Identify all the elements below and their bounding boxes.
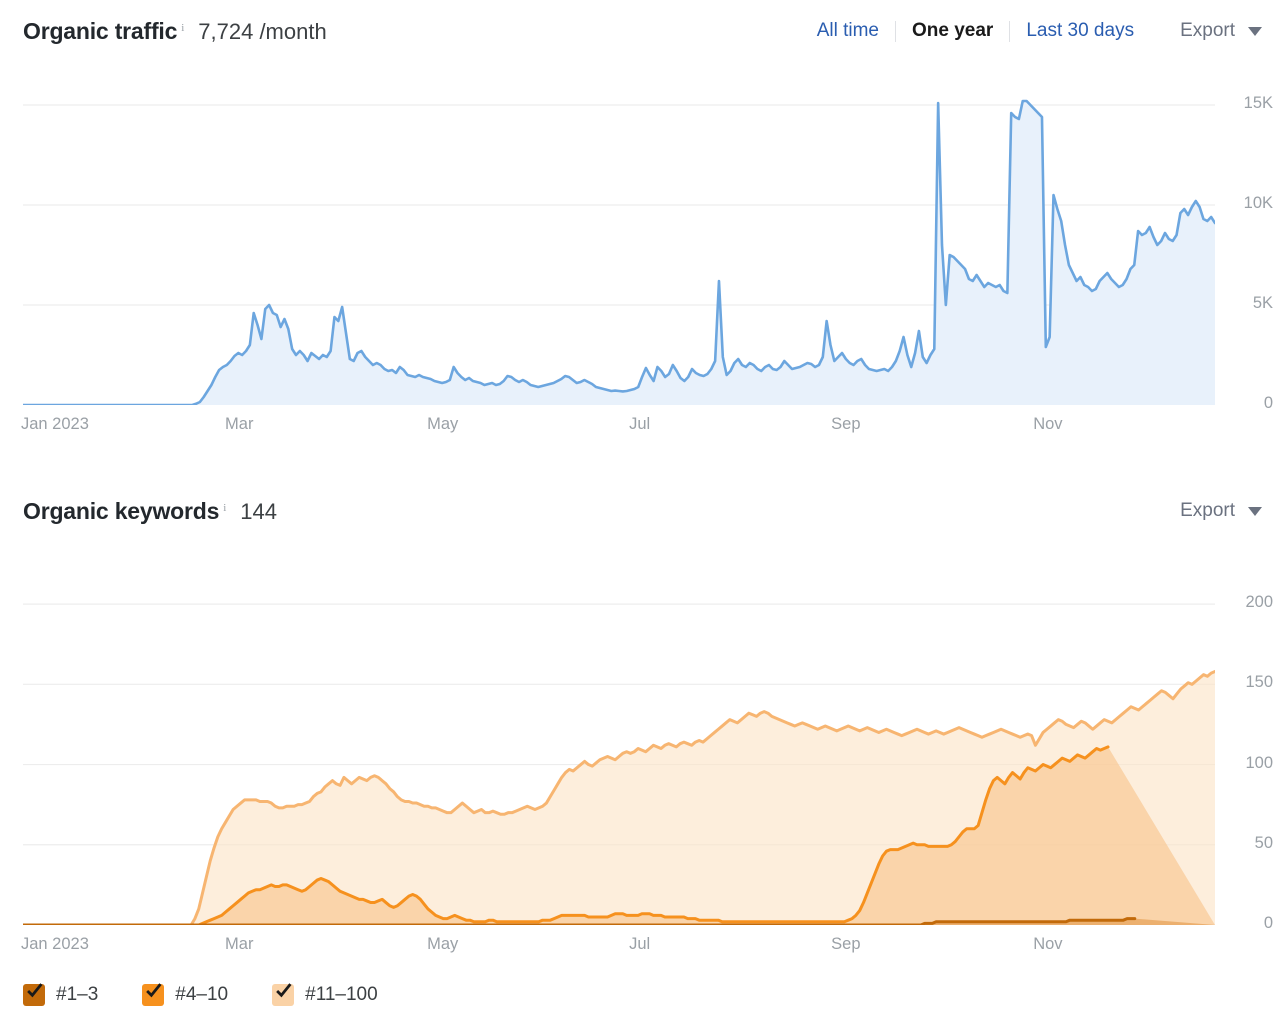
x-axis-tick-label: Sep — [831, 935, 861, 953]
export-label: Export — [1180, 500, 1235, 521]
legend-item-rank-11-100[interactable]: #11–100 — [272, 983, 378, 1006]
organic-traffic-plot[interactable] — [23, 75, 1215, 405]
seo-metrics-page: Organic traffic i 7,724 /month All time … — [0, 0, 1284, 1016]
organic-traffic-value: 7,724 /month — [198, 18, 327, 44]
organic-keywords-plot[interactable] — [23, 572, 1215, 925]
info-icon[interactable]: i — [181, 22, 184, 34]
page-title: Organic traffic — [23, 17, 178, 44]
section-title: Organic keywords — [23, 497, 220, 524]
organic-keywords-header-controls: Export — [1150, 500, 1262, 522]
y-axis-tick-label: 150 — [1245, 673, 1273, 692]
x-axis-tick-label: Jul — [629, 935, 651, 953]
tab-one-year[interactable]: One year — [896, 20, 1009, 42]
y-axis-tick-label: 100 — [1245, 753, 1273, 772]
check-icon — [276, 983, 292, 998]
checkbox-rank-4-10[interactable] — [142, 983, 165, 1006]
y-axis-tick-label: 0 — [1263, 394, 1273, 412]
organic-keywords-value: 144 — [240, 498, 277, 524]
legend-label-rank-1-3: #1–3 — [56, 984, 99, 1005]
organic-traffic-header-controls: All time One year Last 30 days Export — [801, 20, 1262, 42]
export-keywords-button[interactable]: Export — [1180, 500, 1262, 522]
organic-keywords-title-group: Organic keywords i 144 — [23, 498, 277, 525]
y-axis-tick-label: 200 — [1245, 593, 1273, 612]
organic-traffic-title-group: Organic traffic i 7,724 /month — [23, 18, 327, 45]
legend-label-rank-11-100: #11–100 — [305, 984, 378, 1005]
legend-item-rank-1-3[interactable]: #1–3 — [23, 983, 99, 1006]
chevron-down-icon — [1248, 26, 1262, 36]
x-axis-tick-label: Nov — [1033, 415, 1063, 433]
check-icon — [27, 983, 43, 998]
tab-all-time[interactable]: All time — [801, 20, 895, 42]
x-axis-tick-label: Jul — [629, 415, 651, 433]
organic-traffic-header: Organic traffic i 7,724 /month All time … — [0, 0, 1284, 62]
tab-last-30-days[interactable]: Last 30 days — [1010, 20, 1150, 42]
x-axis-tick-label: May — [427, 415, 459, 433]
x-axis-tick-label: Nov — [1033, 935, 1063, 953]
date-range-tabs: All time One year Last 30 days — [801, 20, 1150, 42]
y-axis-tick-label: 5K — [1252, 294, 1273, 312]
x-axis-tick-label: Mar — [225, 415, 254, 433]
chevron-down-icon — [1248, 506, 1262, 516]
checkbox-rank-1-3[interactable] — [23, 983, 45, 1006]
x-axis-tick-label: Mar — [225, 935, 254, 953]
y-axis-tick-label: 50 — [1254, 833, 1273, 852]
organic-keywords-header: Organic keywords i 144 Export — [0, 480, 1284, 542]
keywords-legend: #1–3 #4–10 #11–100 — [23, 983, 422, 1006]
x-axis-tick-label: Jan 2023 — [21, 415, 89, 433]
checkbox-rank-11-100[interactable] — [272, 983, 295, 1006]
organic-traffic-chart[interactable] — [23, 75, 1215, 405]
x-axis-tick-label: Jan 2023 — [21, 935, 89, 953]
y-axis-tick-label: 0 — [1263, 914, 1273, 932]
check-icon — [146, 983, 162, 998]
y-axis-tick-label: 15K — [1243, 94, 1273, 112]
legend-item-rank-4-10[interactable]: #4–10 — [142, 983, 229, 1006]
legend-label-rank-4-10: #4–10 — [175, 984, 229, 1005]
export-traffic-button[interactable]: Export — [1180, 20, 1262, 42]
x-axis-tick-label: Sep — [831, 415, 861, 433]
y-axis-tick-label: 10K — [1243, 194, 1273, 212]
x-axis-tick-label: May — [427, 935, 459, 953]
info-icon[interactable]: i — [223, 502, 226, 514]
export-label: Export — [1180, 20, 1235, 41]
organic-keywords-chart[interactable] — [23, 572, 1215, 925]
